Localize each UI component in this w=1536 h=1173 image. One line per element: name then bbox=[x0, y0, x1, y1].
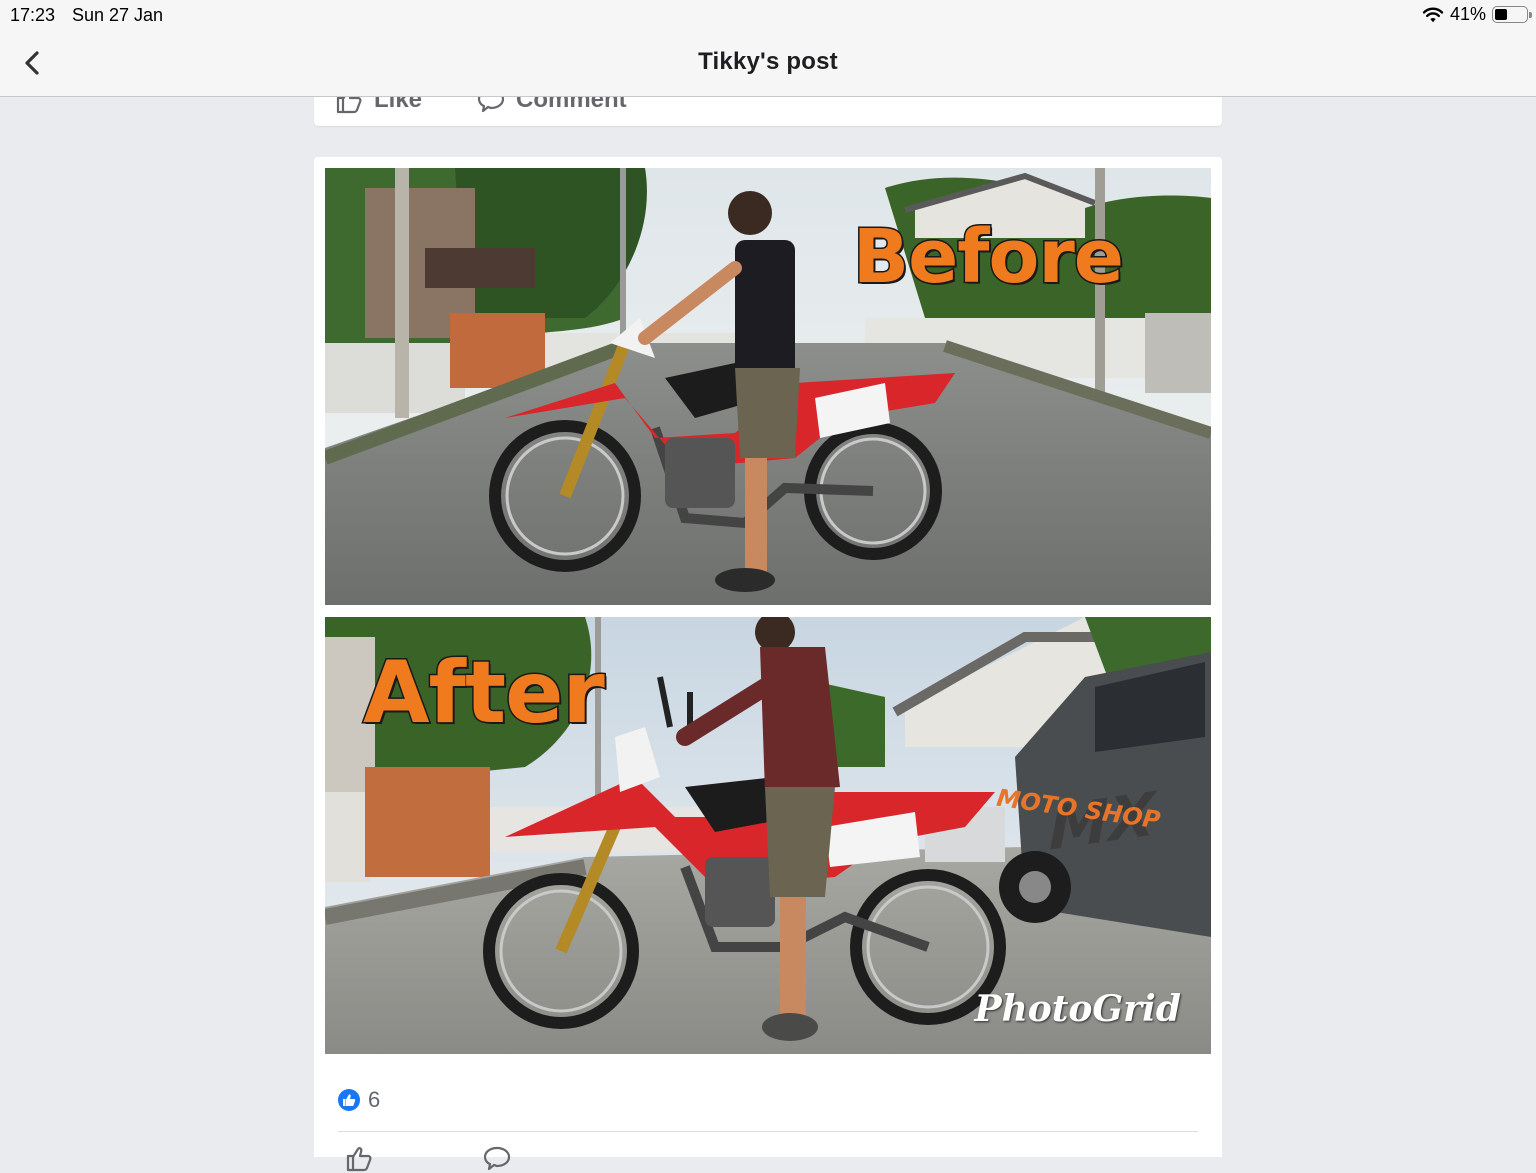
thumbs-up-glyph bbox=[343, 1094, 356, 1106]
previous-post-card: Like Comment bbox=[314, 97, 1222, 126]
navigation-bar: Tikky's post bbox=[0, 30, 1536, 97]
page-title: Tikky's post bbox=[698, 48, 838, 75]
battery-icon bbox=[1492, 6, 1532, 23]
post-action-bar bbox=[344, 1143, 512, 1173]
like-button[interactable]: Like bbox=[334, 97, 422, 115]
before-photo[interactable]: Before bbox=[325, 168, 1211, 605]
divider bbox=[338, 1131, 1198, 1132]
like-label: Like bbox=[374, 97, 423, 113]
battery-tip bbox=[1529, 12, 1532, 18]
battery-fill bbox=[1495, 9, 1507, 20]
wifi-icon bbox=[1422, 7, 1444, 22]
reactions-summary[interactable]: 6 bbox=[338, 1087, 380, 1113]
battery-percent: 41% bbox=[1449, 4, 1486, 24]
thumbs-up-icon bbox=[338, 1089, 360, 1111]
before-label: Before bbox=[851, 213, 1125, 302]
thumbs-up-outline-icon bbox=[336, 97, 362, 114]
status-bar: 17:23 Sun 27 Jan 41% bbox=[0, 0, 1536, 30]
post-card: Before After MX MOTO SHOP PhotoGrid 6 bbox=[314, 157, 1222, 1172]
comment-icon[interactable] bbox=[482, 1143, 512, 1173]
reaction-count: 6 bbox=[368, 1087, 381, 1112]
comment-button[interactable]: Comment bbox=[476, 97, 627, 115]
comment-label: Comment bbox=[516, 97, 627, 113]
photogrid-watermark: PhotoGrid bbox=[974, 988, 1181, 1030]
status-indicators: 41% bbox=[1422, 4, 1532, 25]
comment-icon bbox=[477, 97, 505, 113]
after-photo[interactable]: After MX MOTO SHOP PhotoGrid bbox=[325, 617, 1211, 1054]
status-date: Sun 27 Jan bbox=[72, 5, 164, 25]
thumbs-up-outline-icon[interactable] bbox=[344, 1143, 374, 1173]
after-label: After bbox=[362, 642, 607, 745]
status-time: 17:23 bbox=[10, 5, 56, 25]
